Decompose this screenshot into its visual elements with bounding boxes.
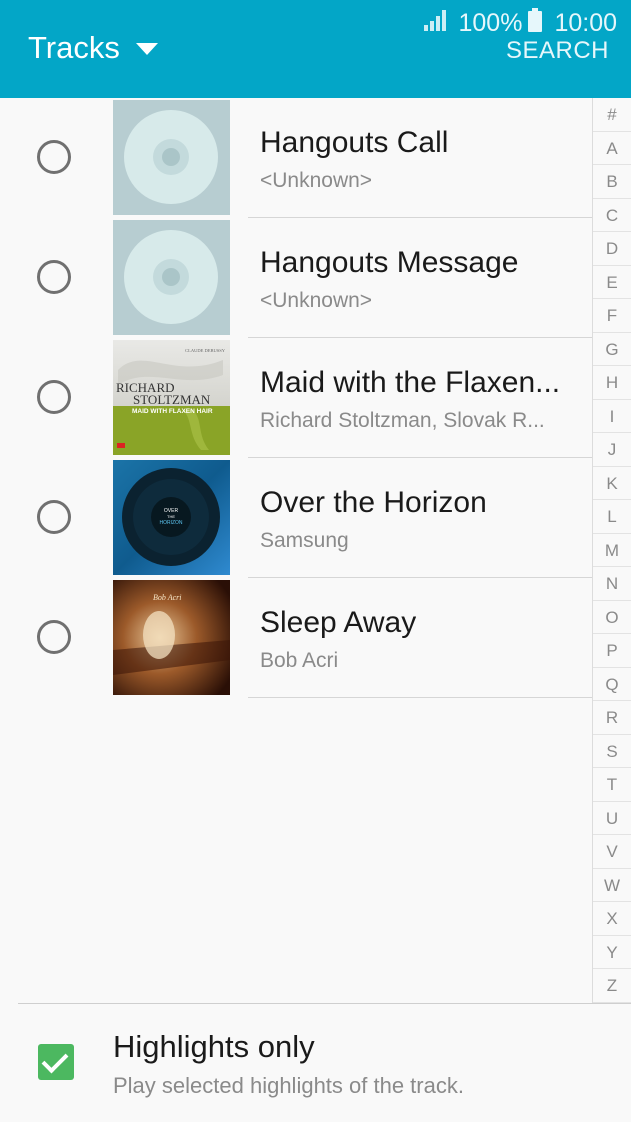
app-header: Tracks 100% 10:00 SEARCH	[0, 0, 631, 98]
album-art-stoltzman: CLAUDE DEBUSSY RICHARD STOLTZMAN MAID WI…	[113, 340, 230, 455]
index-letter[interactable]: W	[593, 869, 631, 902]
track-artist: Richard Stoltzman, Slovak R...	[260, 409, 545, 432]
index-letter[interactable]: N	[593, 567, 631, 601]
divider	[248, 697, 592, 698]
album-art-cd-icon	[113, 220, 230, 335]
index-letter[interactable]: O	[593, 601, 631, 634]
album-art-cd-icon	[113, 100, 230, 215]
svg-text:Bob Acri: Bob Acri	[153, 593, 182, 602]
alphabet-index-bar[interactable]: # A B C D E F G H I J K L M N O P Q R S T U V W X Y Z	[592, 98, 631, 1003]
track-row[interactable]: Hangouts Message <Unknown>	[0, 218, 592, 338]
track-title: Sleep Away	[260, 606, 417, 639]
track-list: Hangouts Call <Unknown> Hangouts Message…	[0, 98, 592, 698]
index-letter[interactable]: V	[593, 835, 631, 869]
tracks-dropdown[interactable]: Tracks	[28, 30, 158, 66]
track-artist: Samsung	[260, 529, 349, 552]
signal-icon	[424, 9, 448, 38]
track-title: Over the Horizon	[260, 486, 487, 519]
divider	[18, 1003, 631, 1004]
index-letter[interactable]: Y	[593, 936, 631, 969]
index-letter[interactable]: Z	[593, 969, 631, 1003]
index-letter[interactable]: S	[593, 735, 631, 768]
search-button[interactable]: SEARCH	[506, 37, 609, 65]
index-letter[interactable]: K	[593, 467, 631, 500]
index-letter[interactable]: T	[593, 768, 631, 802]
index-letter[interactable]: B	[593, 165, 631, 199]
index-letter[interactable]: I	[593, 400, 631, 433]
index-letter[interactable]: C	[593, 199, 631, 232]
index-letter[interactable]: R	[593, 701, 631, 735]
index-letter[interactable]: D	[593, 232, 631, 266]
album-art-over-the-horizon: OVER THE HORIZON	[113, 460, 230, 575]
index-letter[interactable]: J	[593, 433, 631, 467]
track-title: Maid with the Flaxen...	[260, 366, 561, 399]
index-letter[interactable]: #	[593, 98, 631, 132]
track-select-radio[interactable]	[37, 380, 71, 414]
battery-percent: 100%	[458, 9, 523, 37]
index-letter[interactable]: L	[593, 500, 631, 534]
track-row[interactable]: Hangouts Call <Unknown>	[0, 98, 592, 218]
track-select-radio[interactable]	[37, 500, 71, 534]
page-title: Tracks	[28, 30, 120, 65]
svg-text:THE: THE	[167, 514, 175, 519]
index-letter[interactable]: U	[593, 802, 631, 835]
index-letter[interactable]: X	[593, 902, 631, 936]
album-art-sleep-away: Bob Acri	[113, 580, 230, 695]
index-letter[interactable]: A	[593, 132, 631, 165]
index-letter[interactable]: H	[593, 366, 631, 400]
index-letter[interactable]: P	[593, 634, 631, 668]
track-select-radio[interactable]	[37, 140, 71, 174]
track-row[interactable]: CLAUDE DEBUSSY RICHARD STOLTZMAN MAID WI…	[0, 338, 592, 458]
clock: 10:00	[554, 9, 617, 37]
index-letter[interactable]: Q	[593, 668, 631, 701]
index-letter[interactable]: G	[593, 333, 631, 366]
track-artist: <Unknown>	[260, 289, 373, 312]
status-bar: 100% 10:00	[424, 8, 617, 39]
index-letter[interactable]: M	[593, 534, 631, 567]
svg-text:CLAUDE DEBUSSY: CLAUDE DEBUSSY	[185, 348, 226, 353]
track-title: Hangouts Message	[260, 246, 519, 279]
track-row[interactable]: OVER THE HORIZON Over the Horizon Samsun…	[0, 458, 592, 578]
track-artist: <Unknown>	[260, 169, 373, 192]
track-select-radio[interactable]	[37, 260, 71, 294]
index-letter[interactable]: E	[593, 266, 631, 299]
svg-text:STOLTZMAN: STOLTZMAN	[133, 392, 211, 407]
caret-down-icon	[135, 43, 158, 55]
track-artist: Bob Acri	[260, 649, 339, 672]
highlights-label: Highlights only	[113, 1029, 315, 1064]
svg-text:HORIZON: HORIZON	[159, 520, 182, 526]
highlights-description: Play selected highlights of the track.	[113, 1073, 464, 1098]
svg-text:MAID WITH FLAXEN HAIR: MAID WITH FLAXEN HAIR	[132, 408, 213, 415]
check-icon	[41, 1046, 69, 1074]
highlights-checkbox[interactable]	[38, 1044, 74, 1080]
track-title: Hangouts Call	[260, 126, 449, 159]
track-row[interactable]: Bob Acri Sleep Away Bob Acri	[0, 578, 592, 698]
battery-icon	[528, 8, 543, 39]
track-select-radio[interactable]	[37, 620, 71, 654]
index-letter[interactable]: F	[593, 299, 631, 333]
